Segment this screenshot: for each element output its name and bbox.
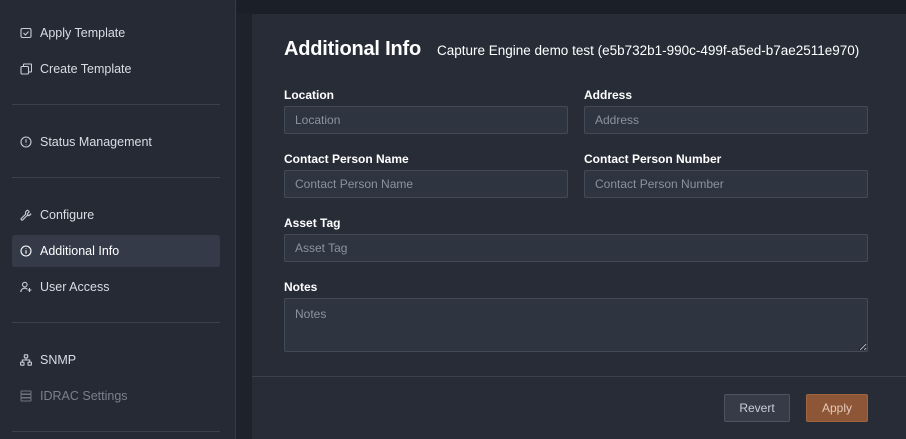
apply-button[interactable]: Apply [806, 394, 868, 422]
sidebar-divider [12, 322, 220, 323]
additional-info-panel: Additional Info Capture Engine demo test… [252, 14, 906, 439]
sidebar-item-label: Configure [40, 208, 95, 222]
asset-tag-input[interactable] [284, 234, 868, 262]
location-label: Location [284, 88, 334, 102]
info-circle-icon [20, 245, 32, 257]
sidebar-item-idrac-settings[interactable]: IDRAC Settings [12, 380, 220, 412]
contact-person-name-input[interactable] [284, 170, 568, 198]
copy-icon [20, 63, 32, 75]
top-strip [237, 0, 906, 14]
revert-button[interactable]: Revert [724, 394, 790, 422]
footer-divider [252, 376, 906, 377]
sidebar-item-label: Apply Template [40, 26, 126, 40]
sidebar-item-label: User Access [40, 280, 110, 294]
sidebar-item-user-access[interactable]: User Access [12, 271, 220, 303]
sidebar-item-label: Status Management [40, 135, 152, 149]
wrench-icon [20, 209, 32, 221]
user-plus-icon [20, 281, 32, 293]
server-icon [20, 390, 32, 402]
network-icon [20, 354, 32, 366]
sidebar-divider [12, 431, 220, 432]
sidebar-item-label: Additional Info [40, 244, 120, 258]
location-input[interactable] [284, 106, 568, 134]
sidebar-item-configure[interactable]: Configure [12, 199, 220, 231]
notes-label: Notes [284, 280, 318, 294]
sidebar-item-label: Create Template [40, 62, 132, 76]
contact-person-number-label: Contact Person Number [584, 152, 722, 166]
asset-tag-label: Asset Tag [284, 216, 341, 230]
sidebar-item-additional-info[interactable]: Additional Info [12, 235, 220, 267]
sidebar: Apply Template Create Template Status Ma… [0, 0, 236, 439]
notes-textarea[interactable] [284, 298, 868, 352]
sidebar-item-label: SNMP [40, 353, 77, 367]
sidebar-item-label: IDRAC Settings [40, 389, 128, 403]
device-name: Capture Engine demo test (e5b732b1-990c-… [436, 43, 860, 58]
info-circle-icon [20, 136, 32, 148]
panel-header: Additional Info Capture Engine demo test… [284, 38, 859, 61]
page-title: Additional Info [284, 38, 421, 60]
apply-template-icon [20, 27, 32, 39]
address-input[interactable] [584, 106, 868, 134]
sidebar-item-create-template[interactable]: Create Template [12, 53, 220, 85]
contact-person-name-label: Contact Person Name [284, 152, 409, 166]
contact-person-number-input[interactable] [584, 170, 868, 198]
sidebar-divider [12, 177, 220, 178]
sidebar-item-snmp[interactable]: SNMP [12, 344, 220, 376]
sidebar-divider [12, 104, 220, 105]
sidebar-item-status-management[interactable]: Status Management [12, 126, 220, 158]
sidebar-item-apply-template[interactable]: Apply Template [12, 17, 220, 49]
address-label: Address [584, 88, 633, 102]
